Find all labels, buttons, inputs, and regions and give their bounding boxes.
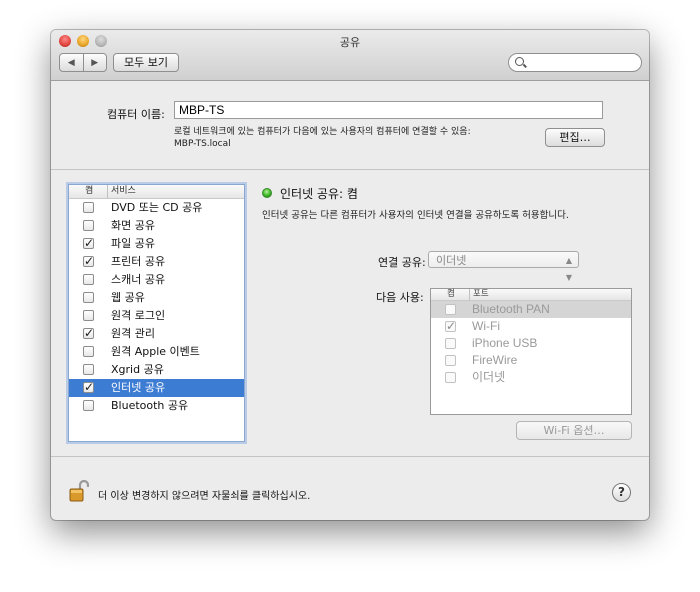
unlocked-padlock-icon[interactable] — [69, 479, 89, 503]
share-from-value: 이더넷 — [436, 254, 467, 267]
service-row[interactable]: ✓ 원격 관리 — [69, 325, 244, 343]
local-hostname: MBP-TS.local — [174, 139, 231, 149]
checkbox[interactable] — [83, 274, 94, 285]
port-row-label: Bluetooth PAN — [472, 302, 550, 316]
service-list[interactable]: 켬 서비스 DVD 또는 CD 공유화면 공유 ✓ 파일 공유 ✓ 프린터 공유스캐너 … — [68, 184, 245, 442]
service-row-label: 원격 로그인 — [111, 309, 166, 322]
checkbox[interactable]: ✓ — [445, 320, 456, 332]
checkbox[interactable] — [83, 400, 94, 411]
wifi-options-button[interactable]: Wi-Fi 옵션… — [516, 421, 632, 440]
forward-button[interactable]: ▶ — [82, 54, 107, 71]
footer: 더 이상 변경하지 않으려면 자물쇠를 클릭하십시오. ? — [51, 456, 649, 520]
to-computers-label: 다음 사용: — [376, 291, 424, 304]
checkbox[interactable] — [83, 202, 94, 213]
service-row[interactable]: ✓ 인터넷 공유 — [69, 379, 244, 397]
service-list-header: 켬 서비스 — [69, 185, 244, 199]
port-row[interactable]: iPhone USB — [431, 335, 631, 352]
service-row[interactable]: ✓ 프린터 공유 — [69, 253, 244, 271]
service-row[interactable]: 원격 Apple 이벤트 — [69, 343, 244, 361]
window-title: 공유 — [339, 36, 361, 49]
service-row-label: Bluetooth 공유 — [111, 399, 189, 412]
checkbox[interactable]: ✓ — [83, 381, 94, 393]
service-row[interactable]: ✓ 파일 공유 — [69, 235, 244, 253]
checkbox[interactable]: ✓ — [83, 327, 94, 339]
back-button[interactable]: ◀ — [60, 54, 83, 71]
checkbox[interactable] — [445, 338, 456, 349]
checkbox[interactable] — [445, 372, 456, 383]
checkbox[interactable] — [83, 292, 94, 303]
computer-name-label: 컴퓨터 이름: — [107, 108, 165, 121]
service-status: 인터넷 공유: 켬 — [280, 187, 358, 201]
lock-message: 더 이상 변경하지 않으려면 자물쇠를 클릭하십시오. — [98, 491, 311, 502]
computer-name-input[interactable] — [174, 101, 603, 119]
checkbox[interactable] — [445, 355, 456, 366]
checkbox[interactable] — [83, 364, 94, 375]
port-row[interactable]: ✓ Wi-Fi — [431, 318, 631, 335]
checkbox[interactable] — [445, 304, 456, 315]
service-row[interactable]: 스캐너 공유 — [69, 271, 244, 289]
share-from-label: 연결 공유: — [378, 256, 426, 269]
checkbox[interactable]: ✓ — [83, 237, 94, 249]
service-row-label: 원격 관리 — [111, 327, 155, 340]
sharing-window: 공유 ◀ ▶ 모두 보기 컴퓨터 이름: 로컬 네트워크에 있는 컴퓨터가 다음… — [51, 30, 649, 520]
service-row-label: 스캐너 공유 — [111, 273, 166, 286]
service-row-label: 웹 공유 — [111, 291, 145, 304]
service-row[interactable]: Bluetooth 공유 — [69, 397, 244, 415]
updown-arrows-icon: ▲ ▼ — [565, 256, 572, 282]
service-description: 인터넷 공유는 다른 컴퓨터가 사용자의 인터넷 연결을 공유하도록 허용합니다… — [262, 210, 569, 221]
service-row-label: 원격 Apple 이벤트 — [111, 345, 200, 358]
service-row[interactable]: 원격 로그인 — [69, 307, 244, 325]
service-row-label: 화면 공유 — [111, 219, 155, 232]
port-row-label: iPhone USB — [472, 336, 538, 350]
port-row[interactable]: FireWire — [431, 352, 631, 369]
column-on-header: 켬 — [447, 289, 455, 299]
show-all-button[interactable]: 모두 보기 — [113, 53, 179, 72]
port-row-label: FireWire — [472, 353, 518, 367]
checkbox[interactable] — [83, 310, 94, 321]
column-port-header: 포트 — [469, 289, 489, 300]
port-row[interactable]: Bluetooth PAN — [431, 301, 631, 318]
service-row-label: DVD 또는 CD 공유 — [111, 201, 203, 214]
port-row[interactable]: 이더넷 — [431, 369, 631, 386]
service-row[interactable]: DVD 또는 CD 공유 — [69, 199, 244, 217]
service-row-label: 파일 공유 — [111, 237, 155, 250]
share-from-select[interactable]: 이더넷 ▲ ▼ — [428, 251, 579, 282]
back-arrow-icon: ◀ — [67, 57, 75, 68]
computer-name-note: 로컬 네트워크에 있는 컴퓨터가 다음에 있는 사용자의 컴퓨터에 연결할 수 … — [174, 126, 471, 150]
port-row-label: 이더넷 — [472, 370, 506, 384]
help-button[interactable]: ? — [612, 483, 631, 502]
search-icon — [515, 57, 524, 66]
checkbox[interactable] — [83, 346, 94, 357]
port-row-label: Wi-Fi — [472, 319, 500, 333]
edit-button[interactable]: 편집… — [545, 128, 605, 147]
service-row-label: Xgrid 공유 — [111, 363, 164, 376]
note-line: 로컬 네트워크에 있는 컴퓨터가 다음에 있는 사용자의 컴퓨터에 연결할 수 … — [174, 127, 471, 137]
service-row-label: 프린터 공유 — [111, 255, 166, 268]
forward-arrow-icon: ▶ — [91, 57, 99, 68]
service-row[interactable]: 웹 공유 — [69, 289, 244, 307]
title-bar: 공유 ◀ ▶ 모두 보기 — [51, 30, 649, 81]
column-on-header[interactable]: 켬 — [85, 185, 93, 198]
service-row[interactable]: 화면 공유 — [69, 217, 244, 235]
checkbox[interactable] — [83, 220, 94, 231]
service-row-label: 인터넷 공유 — [111, 381, 166, 394]
column-service-header[interactable]: 서비스 — [107, 185, 136, 198]
search-input[interactable] — [529, 55, 638, 71]
service-row[interactable]: Xgrid 공유 — [69, 361, 244, 379]
back-forward-group: ◀ ▶ — [59, 53, 107, 72]
port-list-header: 켬 포트 — [431, 289, 631, 301]
port-list[interactable]: 켬 포트 Bluetooth PAN ✓ Wi-Fi iPhone USB FireWi… — [430, 288, 632, 415]
search-field[interactable] — [508, 53, 642, 72]
checkbox[interactable]: ✓ — [83, 255, 94, 267]
computer-name-section: 컴퓨터 이름: 로컬 네트워크에 있는 컴퓨터가 다음에 있는 사용자의 컴퓨터… — [51, 81, 649, 170]
status-indicator-icon — [262, 188, 272, 198]
